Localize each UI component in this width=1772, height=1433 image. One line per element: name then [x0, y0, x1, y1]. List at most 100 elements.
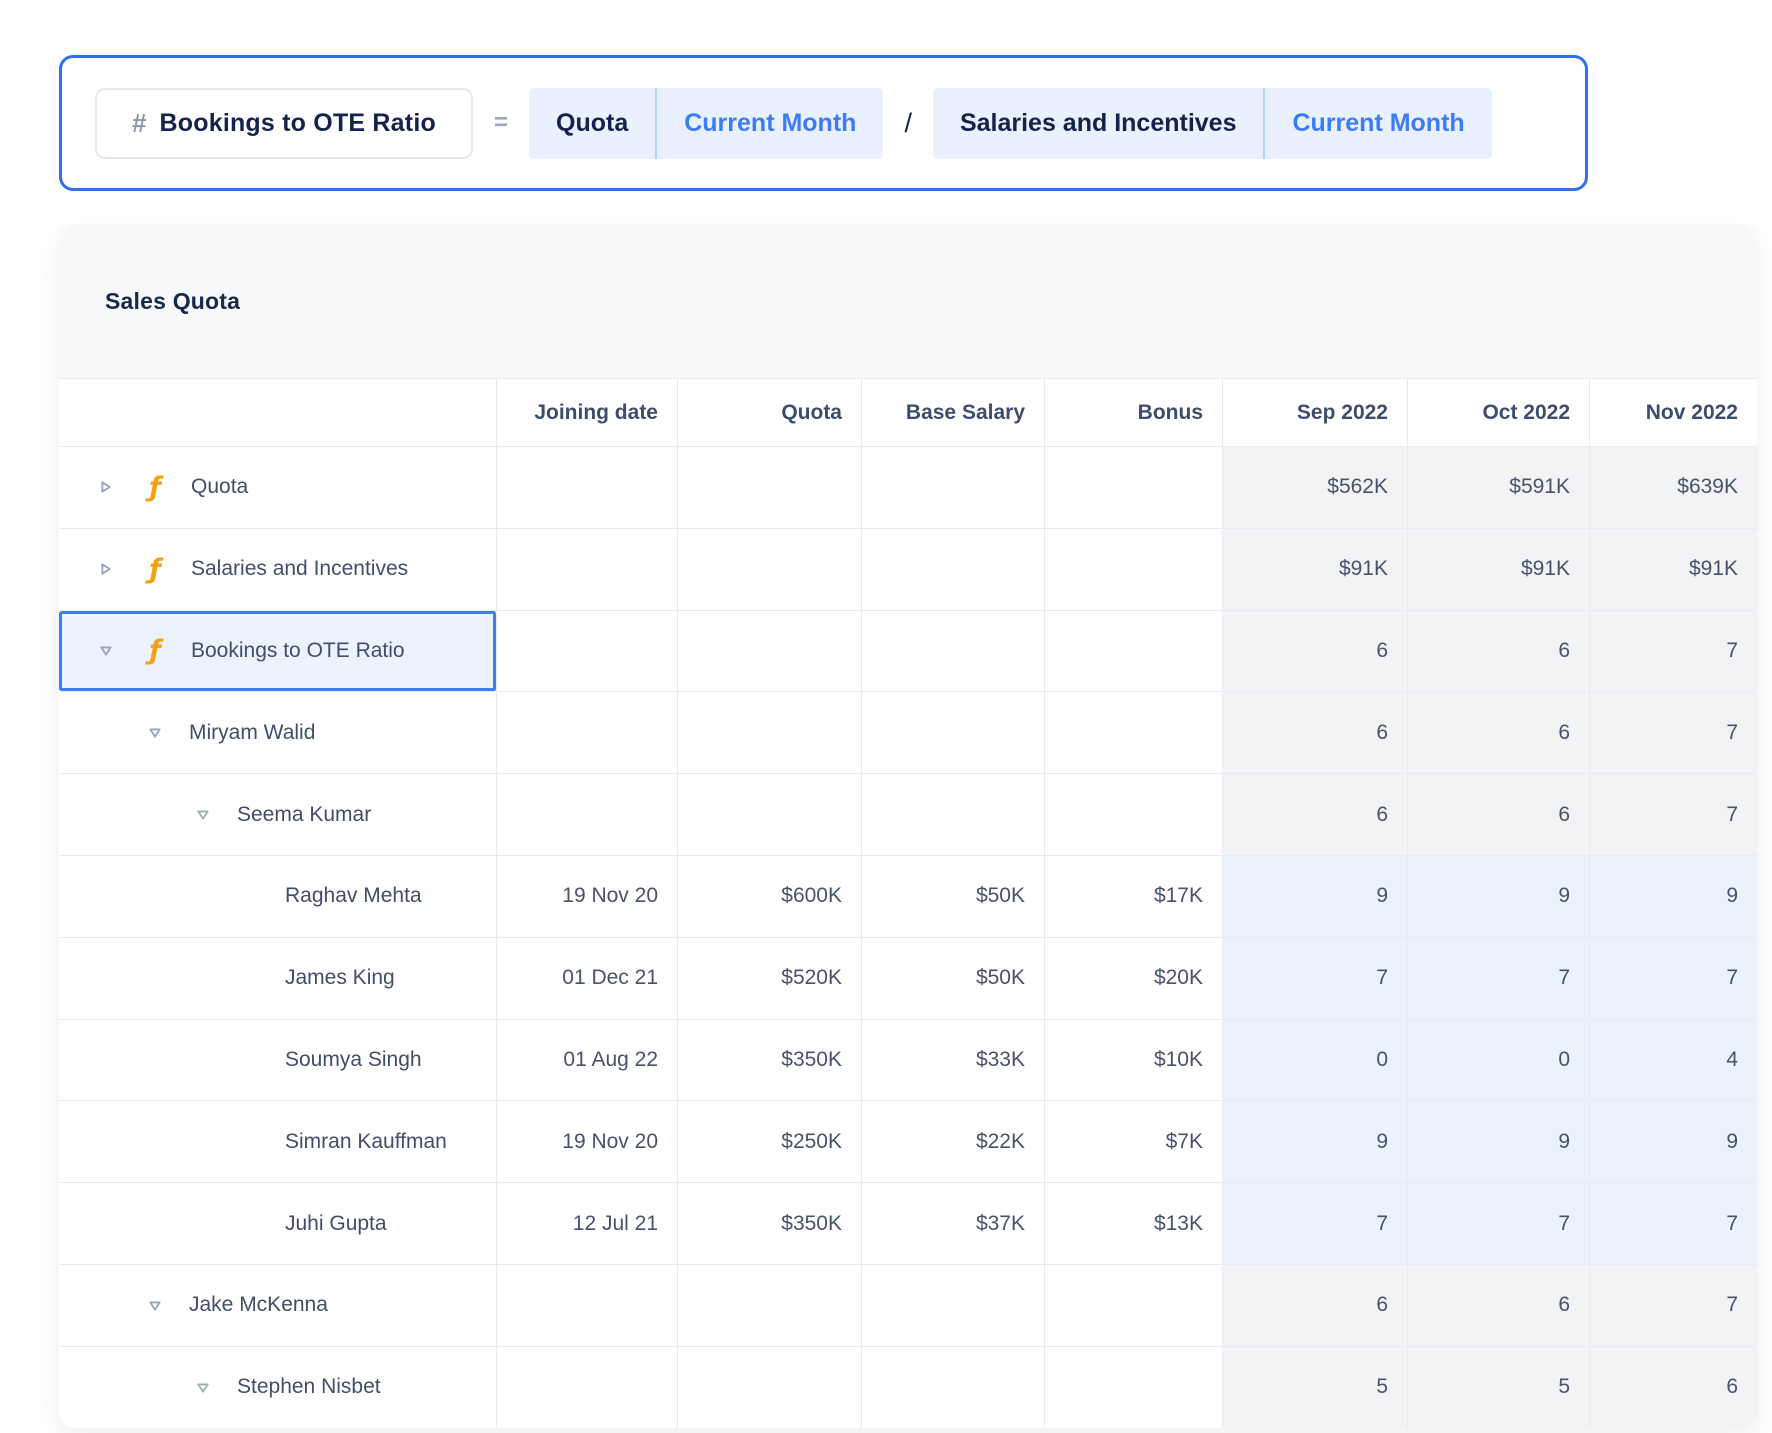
- cell[interactable]: [1045, 610, 1223, 693]
- cell-oct[interactable]: 6: [1408, 692, 1590, 775]
- collapse-triangle-icon[interactable]: [194, 807, 211, 822]
- collapse-triangle-icon[interactable]: [194, 1380, 211, 1395]
- formula-operand-salaries-chip[interactable]: Salaries and Incentives Current Month: [932, 87, 1492, 159]
- cell[interactable]: [497, 692, 678, 775]
- cell-nov[interactable]: $91K: [1590, 528, 1757, 611]
- cell-oct[interactable]: 6: [1408, 774, 1590, 856]
- cell-oct[interactable]: $91K: [1408, 528, 1590, 611]
- row-label-cell[interactable]: Raghav Mehta: [59, 855, 497, 938]
- cell-sep[interactable]: 7: [1223, 937, 1408, 1020]
- column-header-quota[interactable]: Quota: [678, 379, 862, 447]
- cell-joining-date[interactable]: 12 Jul 21: [497, 1183, 678, 1265]
- cell-joining-date[interactable]: 01 Aug 22: [497, 1019, 678, 1102]
- cell-quota[interactable]: $350K: [678, 1183, 862, 1265]
- column-header-bonus[interactable]: Bonus: [1045, 379, 1223, 447]
- cell-base-salary[interactable]: $22K: [862, 1101, 1045, 1184]
- cell-nov[interactable]: 9: [1590, 855, 1757, 938]
- cell[interactable]: [497, 528, 678, 611]
- cell-base-salary[interactable]: $50K: [862, 855, 1045, 938]
- cell[interactable]: [678, 528, 862, 611]
- cell-joining-date[interactable]: 19 Nov 20: [497, 1101, 678, 1184]
- cell-bonus[interactable]: $13K: [1045, 1183, 1223, 1265]
- cell-sep[interactable]: 6: [1223, 1264, 1408, 1347]
- cell[interactable]: [862, 610, 1045, 693]
- cell-sep[interactable]: 6: [1223, 774, 1408, 856]
- row-label-cell-selected[interactable]: ƒ Bookings to OTE Ratio: [59, 610, 497, 693]
- row-label-cell[interactable]: Seema Kumar: [59, 774, 497, 856]
- expand-triangle-icon[interactable]: [97, 479, 114, 495]
- cell[interactable]: [678, 1346, 862, 1428]
- collapse-triangle-icon[interactable]: [146, 725, 163, 740]
- row-label-cell[interactable]: Stephen Nisbet: [59, 1346, 497, 1428]
- cell[interactable]: [1045, 528, 1223, 611]
- row-label-cell[interactable]: Simran Kauffman: [59, 1101, 497, 1184]
- cell-joining-date[interactable]: 01 Dec 21: [497, 937, 678, 1020]
- cell[interactable]: [678, 774, 862, 856]
- column-header-nov-2022[interactable]: Nov 2022: [1590, 379, 1757, 447]
- row-label-cell[interactable]: Soumya Singh: [59, 1019, 497, 1102]
- cell-sep[interactable]: 5: [1223, 1346, 1408, 1428]
- cell[interactable]: [1045, 447, 1223, 529]
- operand-modifier[interactable]: Current Month: [1263, 87, 1491, 159]
- cell-quota[interactable]: $350K: [678, 1019, 862, 1102]
- operand-name[interactable]: Salaries and Incentives: [933, 88, 1264, 159]
- cell-base-salary[interactable]: $50K: [862, 937, 1045, 1020]
- cell-nov[interactable]: 7: [1590, 692, 1757, 775]
- cell-nov[interactable]: 7: [1590, 610, 1757, 693]
- cell-oct[interactable]: 6: [1408, 610, 1590, 693]
- cell[interactable]: [497, 1264, 678, 1347]
- cell-quota[interactable]: $520K: [678, 937, 862, 1020]
- column-header-base-salary[interactable]: Base Salary: [862, 379, 1045, 447]
- cell[interactable]: [678, 692, 862, 775]
- operand-modifier[interactable]: Current Month: [655, 87, 883, 159]
- cell-oct[interactable]: 9: [1408, 855, 1590, 938]
- cell-base-salary[interactable]: $33K: [862, 1019, 1045, 1102]
- collapse-triangle-icon[interactable]: [146, 1298, 163, 1313]
- cell[interactable]: [862, 447, 1045, 529]
- cell-quota[interactable]: $250K: [678, 1101, 862, 1184]
- cell-bonus[interactable]: $20K: [1045, 937, 1223, 1020]
- cell-sep[interactable]: 9: [1223, 1101, 1408, 1184]
- cell[interactable]: [678, 610, 862, 693]
- cell[interactable]: [497, 610, 678, 693]
- cell-oct[interactable]: 7: [1408, 937, 1590, 1020]
- cell[interactable]: [1045, 692, 1223, 775]
- row-label-cell[interactable]: Miryam Walid: [59, 692, 497, 775]
- cell-nov[interactable]: 4: [1590, 1019, 1757, 1102]
- collapse-triangle-icon[interactable]: [97, 643, 114, 658]
- row-label-cell[interactable]: Jake McKenna: [59, 1264, 497, 1347]
- cell[interactable]: [862, 528, 1045, 611]
- column-header-oct-2022[interactable]: Oct 2022: [1408, 379, 1590, 447]
- cell-bonus[interactable]: $17K: [1045, 855, 1223, 938]
- cell-nov[interactable]: $639K: [1590, 447, 1757, 529]
- cell[interactable]: [678, 1264, 862, 1347]
- cell-oct[interactable]: 5: [1408, 1346, 1590, 1428]
- cell[interactable]: [497, 447, 678, 529]
- cell-oct[interactable]: $591K: [1408, 447, 1590, 529]
- cell-oct[interactable]: 7: [1408, 1183, 1590, 1265]
- row-label-cell[interactable]: ƒ Quota: [59, 447, 497, 529]
- cell[interactable]: [497, 1346, 678, 1428]
- cell[interactable]: [862, 1346, 1045, 1428]
- cell[interactable]: [862, 774, 1045, 856]
- cell-sep[interactable]: 9: [1223, 855, 1408, 938]
- cell-sep[interactable]: 7: [1223, 1183, 1408, 1265]
- cell-sep[interactable]: $91K: [1223, 528, 1408, 611]
- row-label-cell[interactable]: James King: [59, 937, 497, 1020]
- cell-base-salary[interactable]: $37K: [862, 1183, 1045, 1265]
- cell-nov[interactable]: 7: [1590, 774, 1757, 856]
- cell-nov[interactable]: 7: [1590, 1183, 1757, 1265]
- cell[interactable]: [678, 447, 862, 529]
- cell-oct[interactable]: 0: [1408, 1019, 1590, 1102]
- cell[interactable]: [1045, 1346, 1223, 1428]
- cell-sep[interactable]: 6: [1223, 692, 1408, 775]
- column-header-joining-date[interactable]: Joining date: [497, 379, 678, 447]
- cell-bonus[interactable]: $10K: [1045, 1019, 1223, 1102]
- cell-sep[interactable]: $562K: [1223, 447, 1408, 529]
- metric-name-field[interactable]: # Bookings to OTE Ratio: [95, 87, 473, 159]
- row-label-cell[interactable]: ƒ Salaries and Incentives: [59, 528, 497, 611]
- cell[interactable]: [497, 774, 678, 856]
- operand-name[interactable]: Quota: [529, 88, 655, 159]
- cell-quota[interactable]: $600K: [678, 855, 862, 938]
- cell[interactable]: [1045, 1264, 1223, 1347]
